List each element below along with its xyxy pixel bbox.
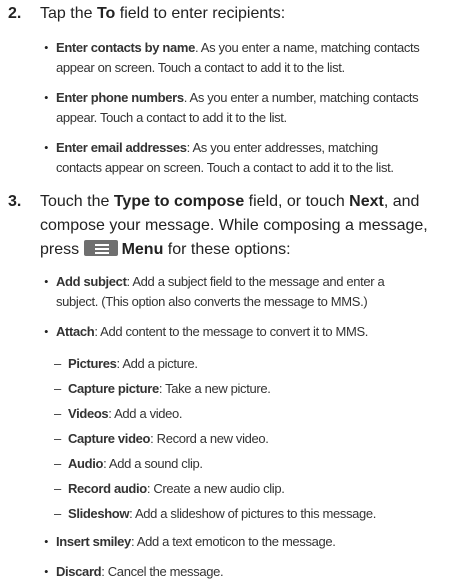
dash-icon: – [54, 481, 61, 496]
menu-label: Menu [121, 241, 164, 258]
attach-item-videos: – Videos: Add a video. [54, 404, 464, 424]
to-field-label: To [96, 5, 116, 22]
bullet-icon: • [44, 140, 49, 155]
bullet-discard: • Discard: Cancel the message. [44, 562, 474, 584]
next-label: Next [349, 193, 384, 210]
bullet-icon: • [44, 324, 49, 339]
attach-item-capture-picture: – Capture picture: Take a new picture. [54, 379, 464, 399]
dash-icon: – [54, 381, 61, 396]
step-3: 3. Touch the Type to compose field, or t… [0, 190, 474, 266]
dash-icon: – [54, 356, 61, 371]
attach-item-record-audio: – Record audio: Create a new audio clip. [54, 479, 464, 499]
attach-item-capture-video: – Capture video: Record a new video. [54, 429, 464, 449]
type-to-compose-label: Type to compose [113, 193, 245, 210]
step-2-intro: Tap the To field to enter recipients: [40, 5, 286, 22]
bullet-contacts-by-name: • Enter contacts by name. As you enter a… [44, 40, 420, 75]
bullet-attach: • Attach: Add content to the message to … [44, 322, 474, 344]
bullet-phone-numbers: • Enter phone numbers. As you enter a nu… [44, 90, 419, 125]
dash-icon: – [54, 456, 61, 471]
dash-icon: – [54, 406, 61, 421]
bullet-add-subject: • Add subject: Add a subject field to th… [44, 274, 385, 309]
step-3-body: Touch the Type to compose field, or touc… [40, 193, 428, 258]
step-2: 2. Tap the To field to enter recipients: [0, 2, 474, 28]
bullet-icon: • [44, 40, 49, 55]
bullet-insert-smiley: • Insert smiley: Add a text emoticon to … [44, 532, 474, 554]
menu-icon [83, 240, 118, 256]
manual-page: 2. Tap the To field to enter recipients:… [0, 0, 474, 586]
dash-icon: – [54, 431, 61, 446]
step-number: 3. [8, 193, 22, 210]
attach-item-audio: – Audio: Add a sound clip. [54, 454, 464, 474]
attach-item-slideshow: – Slideshow: Add a slideshow of pictures … [54, 504, 464, 524]
bullet-email-addresses: • Enter email addresses: As you enter ad… [44, 140, 394, 175]
bullet-icon: • [44, 534, 49, 549]
dash-icon: – [54, 506, 61, 521]
bullet-icon: • [44, 90, 49, 105]
attach-item-pictures: – Pictures: Add a picture. [54, 354, 464, 374]
bullet-icon: • [44, 564, 49, 579]
step-number: 2. [8, 5, 22, 22]
bullet-icon: • [44, 274, 49, 289]
